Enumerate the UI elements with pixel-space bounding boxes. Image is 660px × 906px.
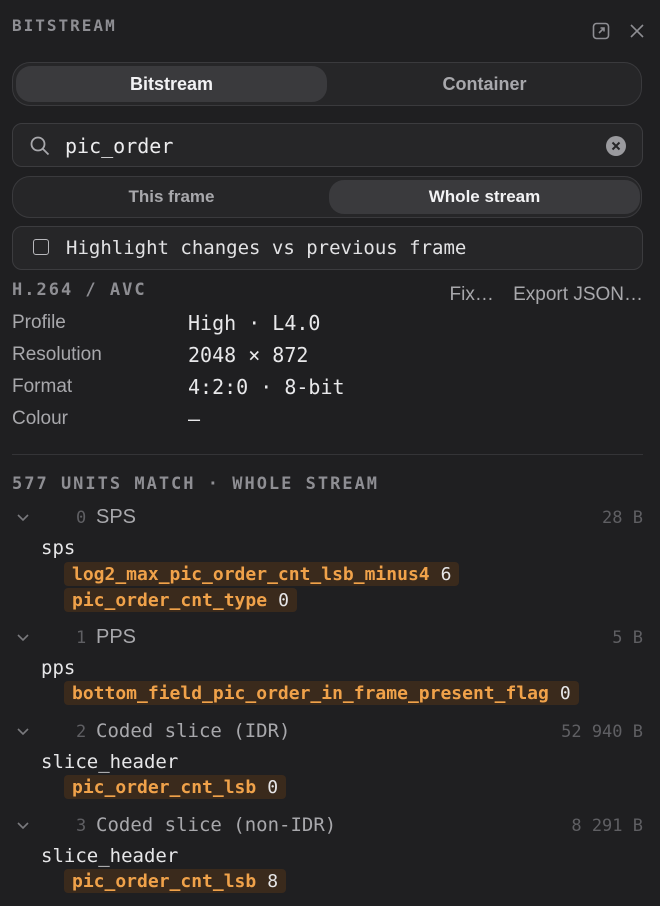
search-icon [30, 136, 50, 156]
field-name: bottom_field_pic_order_in_frame_present_… [72, 682, 549, 704]
match-summary: 577 UNITS MATCH · WHOLE STREAM [12, 474, 380, 494]
unit-name: Coded slice (IDR) [96, 720, 291, 742]
search-field[interactable]: pic_order [12, 123, 643, 167]
syntax-group: sps [41, 537, 76, 559]
tab-container[interactable]: Container [329, 66, 640, 102]
fix-link[interactable]: Fix… [450, 284, 494, 305]
export-json-link[interactable]: Export JSON… [513, 284, 643, 305]
unit-index: 1 [76, 628, 87, 648]
unit-index: 3 [76, 816, 87, 836]
search-input[interactable]: pic_order [65, 134, 173, 158]
field-value: 0 [267, 776, 279, 798]
unit-row-idr-slice[interactable]: 2 Coded slice (IDR) 52 940 B [12, 719, 643, 745]
chevron-down-icon[interactable] [15, 629, 31, 645]
field-value: 0 [559, 682, 571, 704]
close-button[interactable] [626, 20, 648, 42]
chevron-down-icon[interactable] [15, 817, 31, 833]
unit-index: 0 [76, 508, 87, 528]
field-value: 6 [440, 563, 452, 585]
prop-key: Colour [12, 408, 68, 429]
field-name: log2_max_pic_order_cnt_lsb_minus4 [72, 563, 430, 585]
unit-name: PPS [96, 626, 137, 648]
unit-row-non-idr-slice[interactable]: 3 Coded slice (non-IDR) 8 291 B [12, 813, 643, 839]
prop-key: Profile [12, 312, 66, 333]
scope-whole-stream[interactable]: Whole stream [329, 180, 640, 214]
prop-value: 2048 × 872 [188, 343, 309, 367]
syntax-group: slice_header [41, 751, 179, 773]
syntax-field[interactable]: pic_order_cnt_lsb 8 [64, 869, 287, 893]
unit-size: 5 B [612, 628, 643, 648]
field-name: pic_order_cnt_type [72, 589, 268, 611]
field-name: pic_order_cnt_lsb [72, 776, 257, 798]
panel-title: BITSTREAM [12, 16, 117, 35]
codec-actions: Fix… Export JSON… [436, 284, 643, 306]
chevron-down-icon[interactable] [15, 723, 31, 739]
scope-toggle: This frame Whole stream [12, 176, 642, 218]
popout-button[interactable] [590, 20, 612, 42]
highlight-changes-checkbox[interactable] [33, 239, 49, 255]
syntax-field[interactable]: log2_max_pic_order_cnt_lsb_minus4 6 [64, 562, 460, 586]
chevron-down-icon[interactable] [15, 509, 31, 525]
syntax-group: slice_header [41, 845, 179, 867]
syntax-field[interactable]: bottom_field_pic_order_in_frame_present_… [64, 681, 579, 705]
codec-title: H.264 / AVC [12, 280, 147, 300]
syntax-field[interactable]: pic_order_cnt_lsb 0 [64, 775, 287, 799]
highlight-changes-label: Highlight changes vs previous frame [66, 237, 467, 259]
unit-row-sps[interactable]: 0 SPS 28 B [12, 505, 643, 531]
prop-key: Format [12, 376, 73, 397]
prop-value: High · L4.0 [188, 311, 321, 335]
unit-name: Coded slice (non-IDR) [96, 814, 337, 836]
field-value: 0 [278, 589, 289, 611]
syntax-group: pps [41, 657, 76, 679]
unit-size: 52 940 B [561, 722, 643, 742]
field-value: 8 [267, 870, 279, 892]
prop-key: Resolution [12, 344, 102, 365]
unit-size: 28 B [602, 508, 643, 528]
divider [12, 454, 643, 455]
view-tabs: Bitstream Container [12, 62, 642, 106]
prop-value: — [188, 407, 201, 431]
clear-search-button[interactable] [606, 136, 626, 156]
panel-header: BITSTREAM [12, 14, 646, 40]
prop-value: 4:2:0 · 8-bit [188, 375, 345, 399]
close-icon [630, 24, 644, 38]
popout-icon [592, 22, 610, 40]
clear-icon [611, 141, 621, 151]
unit-row-pps[interactable]: 1 PPS 5 B [12, 625, 643, 651]
scope-this-frame[interactable]: This frame [16, 180, 327, 214]
highlight-changes-row[interactable]: Highlight changes vs previous frame [12, 226, 643, 270]
unit-name: SPS [96, 506, 137, 528]
syntax-field[interactable]: pic_order_cnt_type 0 [64, 588, 297, 612]
unit-index: 2 [76, 722, 87, 742]
tab-bitstream[interactable]: Bitstream [16, 66, 327, 102]
unit-size: 8 291 B [571, 816, 643, 836]
field-name: pic_order_cnt_lsb [72, 870, 257, 892]
